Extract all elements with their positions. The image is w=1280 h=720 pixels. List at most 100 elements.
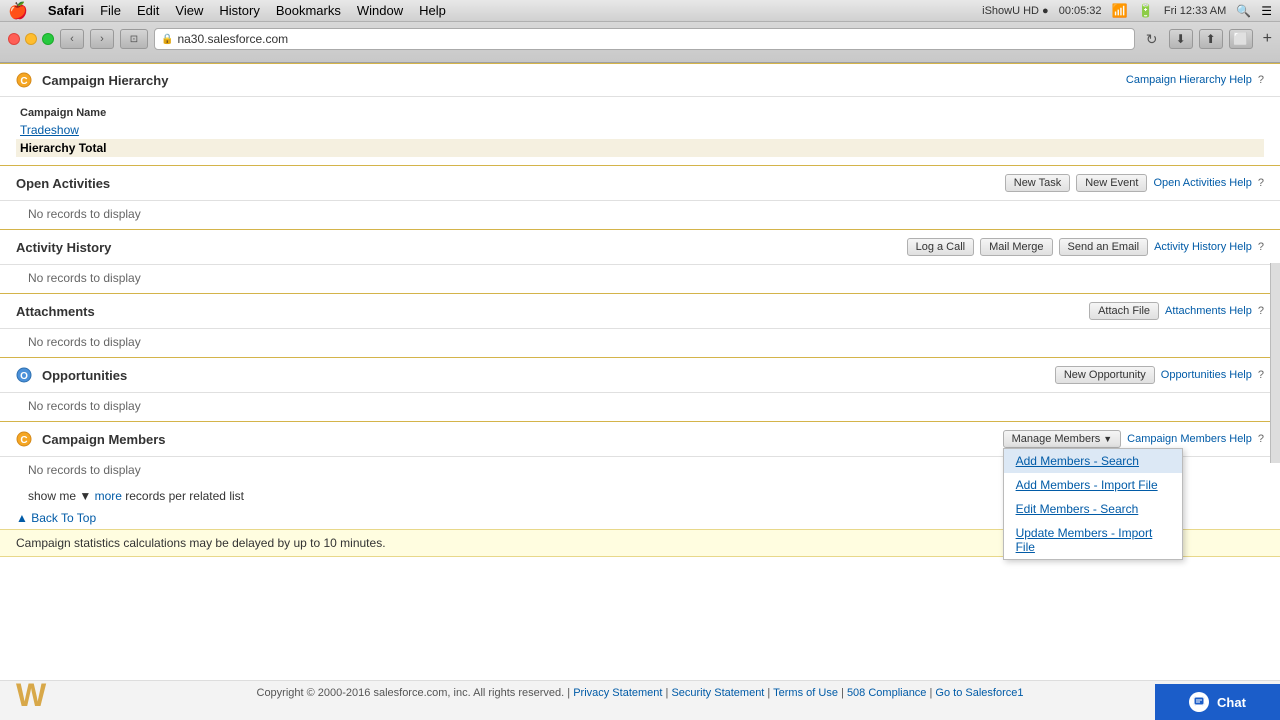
activity-history-help[interactable]: Activity History Help <box>1154 241 1252 253</box>
page-content: C Campaign Hierarchy Campaign Hierarchy … <box>0 63 1280 705</box>
side-scrollbar[interactable] <box>1270 263 1280 463</box>
share-icon[interactable]: ⬆ <box>1199 29 1223 49</box>
more-link[interactable]: more <box>95 489 122 503</box>
open-activities-help-icon[interactable]: ? <box>1258 177 1264 189</box>
update-members-import-item[interactable]: Update Members - Import File <box>1004 521 1182 559</box>
campaign-hierarchy-help[interactable]: Campaign Hierarchy Help <box>1126 74 1252 86</box>
campaign-hierarchy-help-icon[interactable]: ? <box>1258 74 1264 86</box>
edit-members-search-item[interactable]: Edit Members - Search <box>1004 497 1182 521</box>
records-per-list-text: records per related list <box>125 489 244 503</box>
opportunities-help-icon[interactable]: ? <box>1258 369 1264 381</box>
open-activities-help[interactable]: Open Activities Help <box>1153 177 1251 189</box>
security-link[interactable]: Security Statement <box>671 687 764 699</box>
campaign-name-header: Campaign Name <box>16 105 1264 121</box>
add-members-import-item[interactable]: Add Members - Import File <box>1004 473 1182 497</box>
terms-link[interactable]: Terms of Use <box>773 687 838 699</box>
attachments-help-icon[interactable]: ? <box>1258 305 1264 317</box>
traffic-lights <box>8 33 54 45</box>
minimize-window-button[interactable] <box>25 33 37 45</box>
campaign-hierarchy-section: C Campaign Hierarchy Campaign Hierarchy … <box>0 63 1280 165</box>
page-footer: Copyright © 2000-2016 salesforce.com, in… <box>0 680 1280 705</box>
new-task-button[interactable]: New Task <box>1005 174 1070 192</box>
menu-help[interactable]: Help <box>419 3 446 18</box>
tab-view-button[interactable]: ⊡ <box>120 29 148 49</box>
new-event-button[interactable]: New Event <box>1076 174 1147 192</box>
menu-view[interactable]: View <box>175 3 203 18</box>
copyright-text: Copyright © 2000-2016 salesforce.com, in… <box>257 687 565 699</box>
battery-icon: 🔋 <box>1138 3 1154 19</box>
new-tab-plus[interactable]: + <box>1263 30 1272 48</box>
search-icon[interactable]: 🔍 <box>1236 4 1251 18</box>
mail-merge-button[interactable]: Mail Merge <box>980 238 1052 256</box>
back-button[interactable]: ‹ <box>60 29 84 49</box>
address-bar[interactable]: 🔒 na30.salesforce.com <box>154 28 1135 50</box>
campaign-members-title: C Campaign Members <box>16 431 166 447</box>
activity-history-body: No records to display <box>0 265 1280 293</box>
send-email-button[interactable]: Send an Email <box>1059 238 1149 256</box>
campaign-members-help[interactable]: Campaign Members Help <box>1127 433 1252 445</box>
chat-button[interactable]: Chat <box>1155 684 1280 720</box>
mac-menubar: 🍎 Safari File Edit View History Bookmark… <box>0 0 1280 22</box>
campaign-members-header: C Campaign Members Manage Members ▼ Add … <box>0 422 1280 457</box>
menu-safari[interactable]: Safari <box>48 3 84 18</box>
attachments-header: Attachments Attach File Attachments Help… <box>0 294 1280 329</box>
privacy-link[interactable]: Privacy Statement <box>573 687 662 699</box>
refresh-button[interactable]: ↻ <box>1141 29 1163 49</box>
close-window-button[interactable] <box>8 33 20 45</box>
back-to-top-link[interactable]: ▲ Back To Top <box>16 511 96 525</box>
up-arrow-icon: ▲ <box>16 511 31 525</box>
attachments-section: Attachments Attach File Attachments Help… <box>0 293 1280 357</box>
campaign-members-icon: C <box>16 431 32 447</box>
compliance-link[interactable]: 508 Compliance <box>847 687 927 699</box>
add-tab-icon[interactable]: ⬜ <box>1229 29 1253 49</box>
attachments-body: No records to display <box>0 329 1280 357</box>
opportunities-section: O Opportunities New Opportunity Opportun… <box>0 357 1280 421</box>
activity-history-title: Activity History <box>16 240 111 255</box>
activity-history-no-records: No records to display <box>28 267 141 289</box>
warning-text: Campaign statistics calculations may be … <box>16 536 386 550</box>
manage-members-button[interactable]: Manage Members ▼ <box>1003 430 1122 448</box>
forward-button[interactable]: › <box>90 29 114 49</box>
dropdown-arrow-icon: ▼ <box>1103 434 1112 444</box>
campaign-hierarchy-title: C Campaign Hierarchy <box>16 72 168 88</box>
campaign-members-help-icon[interactable]: ? <box>1258 433 1264 445</box>
manage-members-dropdown-wrapper: Manage Members ▼ Add Members - Search Ad… <box>1003 430 1122 448</box>
opportunities-body: No records to display <box>0 393 1280 421</box>
manage-members-menu: Add Members - Search Add Members - Impor… <box>1003 448 1183 560</box>
tradeshow-row: Tradeshow <box>16 121 1264 139</box>
campaign-hierarchy-body: Campaign Name Tradeshow Hierarchy Total <box>0 97 1280 165</box>
campaign-hierarchy-icon: C <box>16 72 32 88</box>
log-call-button[interactable]: Log a Call <box>907 238 975 256</box>
hierarchy-total-row: Hierarchy Total <box>16 139 1264 157</box>
menu-bars-icon[interactable]: ☰ <box>1261 4 1272 18</box>
menu-window[interactable]: Window <box>357 3 403 18</box>
menu-file[interactable]: File <box>100 3 121 18</box>
attachments-help[interactable]: Attachments Help <box>1165 305 1252 317</box>
open-activities-body: No records to display <box>0 201 1280 229</box>
clock-display: Fri 12:33 AM <box>1164 5 1226 17</box>
open-activities-header: Open Activities New Task New Event Open … <box>0 166 1280 201</box>
svg-text:C: C <box>20 76 27 87</box>
new-opportunity-button[interactable]: New Opportunity <box>1055 366 1155 384</box>
tradeshow-link[interactable]: Tradeshow <box>20 123 79 137</box>
attach-file-button[interactable]: Attach File <box>1089 302 1159 320</box>
menu-bookmarks[interactable]: Bookmarks <box>276 3 341 18</box>
add-members-search-item[interactable]: Add Members - Search <box>1004 449 1182 473</box>
ishowu-status: iShowU HD ● <box>982 5 1049 17</box>
show-me-text: show me <box>28 489 76 503</box>
apple-icon[interactable]: 🍎 <box>8 1 28 21</box>
chat-icon <box>1189 692 1209 712</box>
attachments-no-records: No records to display <box>28 331 141 353</box>
opportunities-icon: O <box>16 367 32 383</box>
download-icon[interactable]: ⬇ <box>1169 29 1193 49</box>
open-activities-title: Open Activities <box>16 176 110 191</box>
opportunities-title: O Opportunities <box>16 367 127 383</box>
maximize-window-button[interactable] <box>42 33 54 45</box>
opportunities-help[interactable]: Opportunities Help <box>1161 369 1252 381</box>
menu-history[interactable]: History <box>219 3 259 18</box>
menu-edit[interactable]: Edit <box>137 3 159 18</box>
salesforce1-link[interactable]: Go to Salesforce1 <box>935 687 1023 699</box>
activity-history-help-icon[interactable]: ? <box>1258 241 1264 253</box>
svg-text:O: O <box>20 371 28 382</box>
attachments-title: Attachments <box>16 304 95 319</box>
